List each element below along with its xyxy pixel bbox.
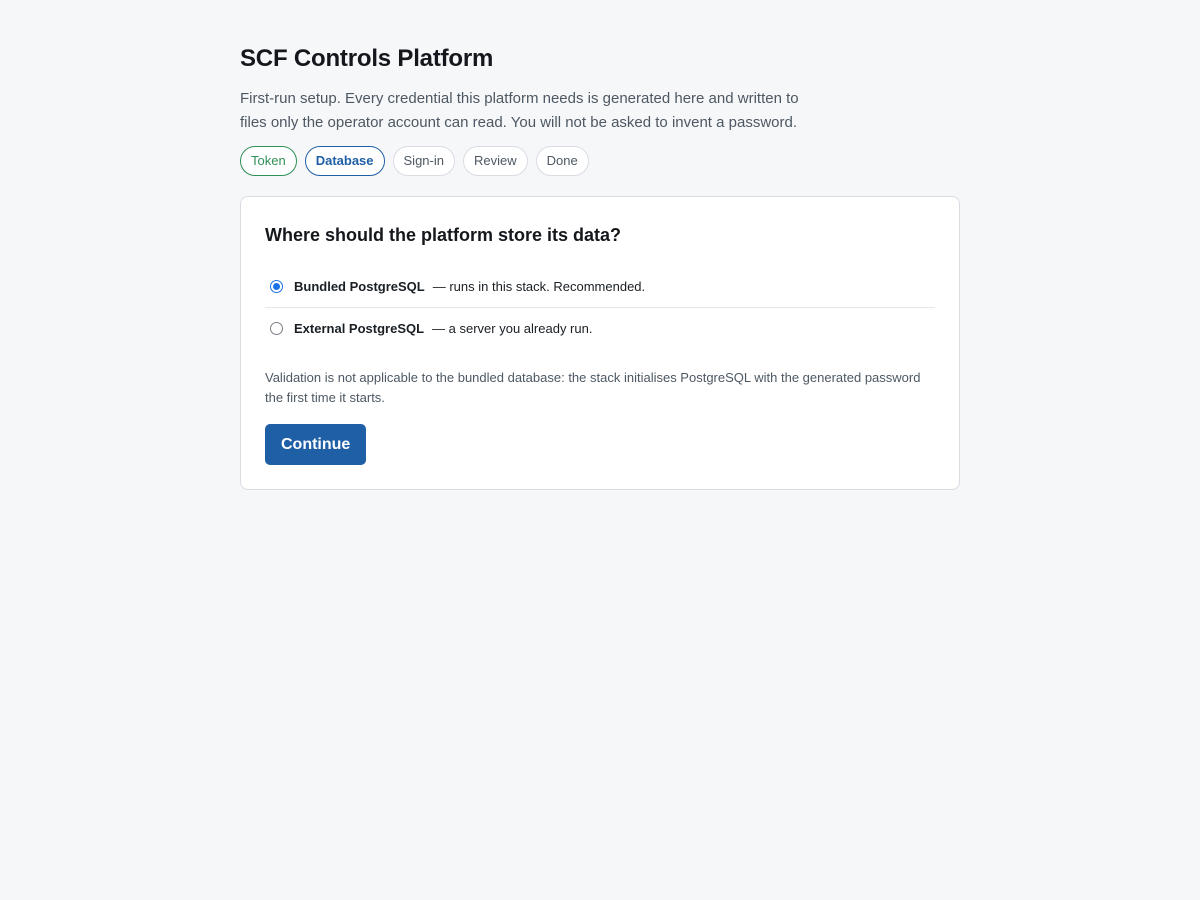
step-indicator: Token Database Sign-in Review Done — [240, 146, 960, 176]
card-heading: Where should the platform store its data… — [265, 225, 622, 245]
step-review: Review — [462, 146, 528, 176]
external-radio[interactable] — [270, 321, 283, 335]
option-name: Bundled PostgreSQL — [294, 279, 425, 294]
setup-wizard: SCF Controls Platform First-run setup. E… — [240, 44, 960, 490]
storage-options: Bundled PostgreSQL — runs in this stack.… — [265, 266, 935, 348]
step-token: Token — [240, 146, 297, 176]
step-database: Database — [304, 146, 385, 176]
validation-note: Validation is not applicable to the bund… — [265, 370, 921, 405]
option-description: — a server you already run. — [432, 320, 593, 336]
bundled-radio[interactable] — [270, 280, 283, 293]
page-title: SCF Controls Platform — [240, 45, 494, 72]
step-done: Done — [535, 146, 589, 176]
option-name: External PostgreSQL — [294, 320, 425, 336]
database-card: Where should the platform store its data… — [240, 196, 960, 490]
intro-text: First-run setup. Every credential this p… — [240, 90, 799, 131]
step-sign-in: Sign-in — [392, 146, 455, 176]
option-description: — runs in this stack. Recommended. — [432, 279, 646, 294]
option-bundled-postgresql[interactable]: Bundled PostgreSQL — runs in this stack.… — [265, 266, 935, 307]
continue-button[interactable]: Continue — [265, 424, 367, 465]
option-external-postgresql[interactable]: External PostgreSQL — a server you alrea… — [265, 307, 935, 348]
